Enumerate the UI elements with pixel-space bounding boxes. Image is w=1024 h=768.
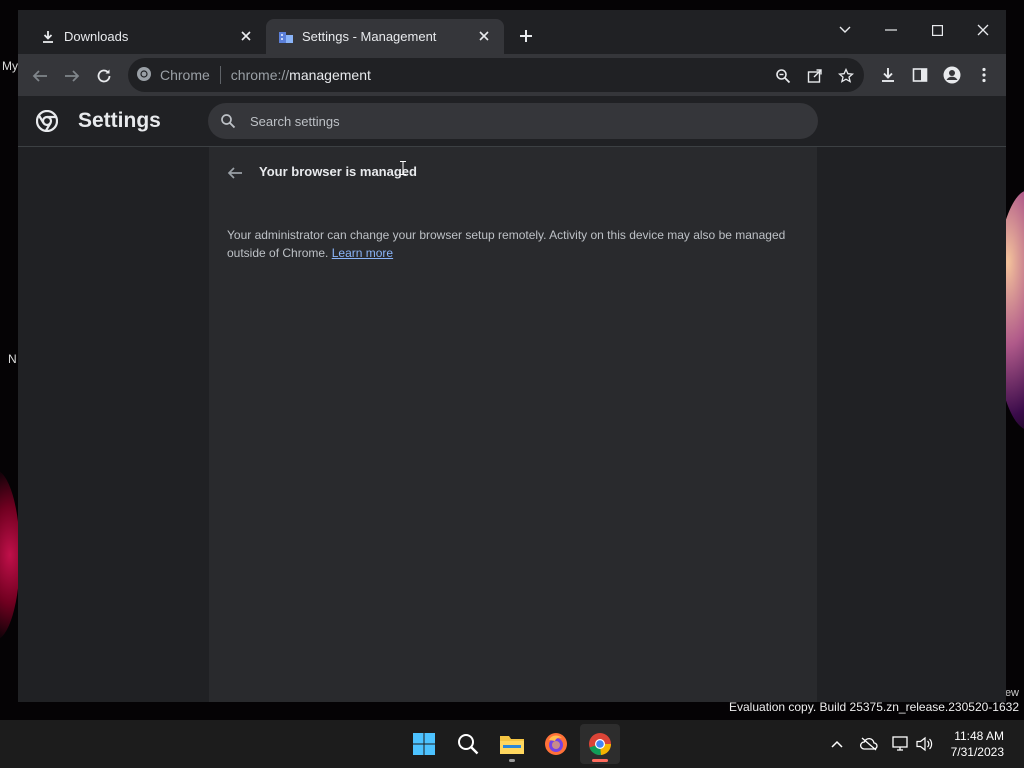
- management-description: Your administrator can change your brows…: [227, 226, 797, 262]
- management-icon: [278, 29, 294, 45]
- speaker-icon: [916, 736, 933, 752]
- description-text: Your administrator can change your brows…: [227, 228, 786, 260]
- chrome-icon: [589, 733, 612, 756]
- settings-header: Settings Search settings: [18, 96, 1006, 147]
- forward-button[interactable]: [59, 63, 85, 89]
- url-scheme: chrome://: [230, 67, 290, 83]
- firefox-button[interactable]: [536, 724, 576, 764]
- url-text[interactable]: chrome://management: [231, 67, 371, 83]
- close-tab-icon[interactable]: [238, 28, 254, 44]
- profile-icon[interactable]: [942, 65, 962, 85]
- downloads-icon[interactable]: [878, 65, 898, 85]
- management-page: Your browser is managed Your administrat…: [209, 147, 817, 702]
- clock-date: 7/31/2023: [950, 745, 1004, 759]
- onedrive-button[interactable]: [859, 734, 879, 754]
- page-heading: Your browser is managed: [259, 164, 417, 179]
- network-icon: [892, 736, 908, 751]
- start-button[interactable]: [404, 724, 444, 764]
- search-icon: [221, 114, 236, 129]
- side-panel-icon[interactable]: [910, 65, 930, 85]
- taskbar-search-button[interactable]: [448, 724, 488, 764]
- share-icon[interactable]: [805, 66, 825, 86]
- tab-settings-management[interactable]: Settings - Management: [266, 19, 504, 54]
- tab-search-button[interactable]: [825, 16, 865, 44]
- tab-strip: Downloads Settings - Management: [18, 10, 1006, 54]
- cloud-offline-icon: [860, 737, 878, 751]
- menu-kebab-icon[interactable]: [974, 65, 994, 85]
- desktop-icon-label[interactable]: N: [8, 352, 17, 366]
- tab-title: Settings - Management: [302, 29, 437, 44]
- settings-search[interactable]: Search settings: [208, 103, 818, 139]
- url-path: management: [289, 67, 371, 83]
- system-clock[interactable]: 11:48 AM 7/31/2023: [951, 728, 1004, 760]
- tab-downloads[interactable]: Downloads: [28, 19, 266, 54]
- back-arrow-button[interactable]: [225, 163, 245, 183]
- chrome-taskbar-button[interactable]: [580, 724, 620, 764]
- file-explorer-icon: [500, 736, 524, 754]
- volume-button[interactable]: [915, 734, 935, 754]
- search-icon: [458, 734, 479, 755]
- chip-label: Chrome: [160, 67, 210, 83]
- desktop-icon-label: ew: [1004, 687, 1019, 699]
- chevron-up-icon: [831, 740, 843, 748]
- tab-title: Downloads: [64, 29, 129, 44]
- clock-time: 11:48 AM: [954, 729, 1004, 743]
- toolbar: Chrome chrome://management: [18, 54, 1006, 96]
- file-explorer-button[interactable]: [492, 724, 532, 764]
- minimize-button[interactable]: [871, 16, 911, 44]
- download-icon: [40, 29, 56, 45]
- text-cursor-icon: [400, 161, 406, 175]
- desktop-icon-label[interactable]: My: [2, 59, 18, 73]
- bookmark-star-icon[interactable]: [836, 66, 856, 86]
- wallpaper-glow-left: [0, 470, 20, 640]
- app-active-indicator: [592, 759, 608, 762]
- evaluation-watermark: Evaluation copy. Build 25375.zn_release.…: [729, 700, 1019, 714]
- maximize-button[interactable]: [917, 16, 957, 44]
- zoom-icon[interactable]: [773, 66, 793, 86]
- taskbar: 11:48 AM 7/31/2023: [0, 720, 1024, 768]
- firefox-icon: [545, 733, 567, 755]
- chrome-icon: [136, 66, 152, 85]
- app-running-indicator: [509, 759, 515, 762]
- chrome-window: Downloads Settings - Management Chrome c…: [18, 10, 1006, 702]
- start-icon: [413, 733, 435, 755]
- back-button[interactable]: [27, 63, 53, 89]
- new-tab-button[interactable]: [516, 26, 536, 46]
- reload-button[interactable]: [91, 63, 117, 89]
- network-button[interactable]: [891, 734, 911, 754]
- close-window-button[interactable]: [963, 16, 1003, 44]
- show-hidden-icons-button[interactable]: [827, 734, 847, 754]
- chrome-logo-icon: [36, 110, 58, 132]
- settings-title: Settings: [78, 109, 161, 132]
- close-tab-icon[interactable]: [476, 28, 492, 44]
- learn-more-link[interactable]: Learn more: [332, 246, 393, 260]
- search-placeholder: Search settings: [250, 113, 340, 129]
- omnibox[interactable]: Chrome chrome://management: [128, 58, 864, 92]
- omnibox-divider: [219, 66, 221, 84]
- site-info-chip[interactable]: Chrome: [136, 66, 210, 85]
